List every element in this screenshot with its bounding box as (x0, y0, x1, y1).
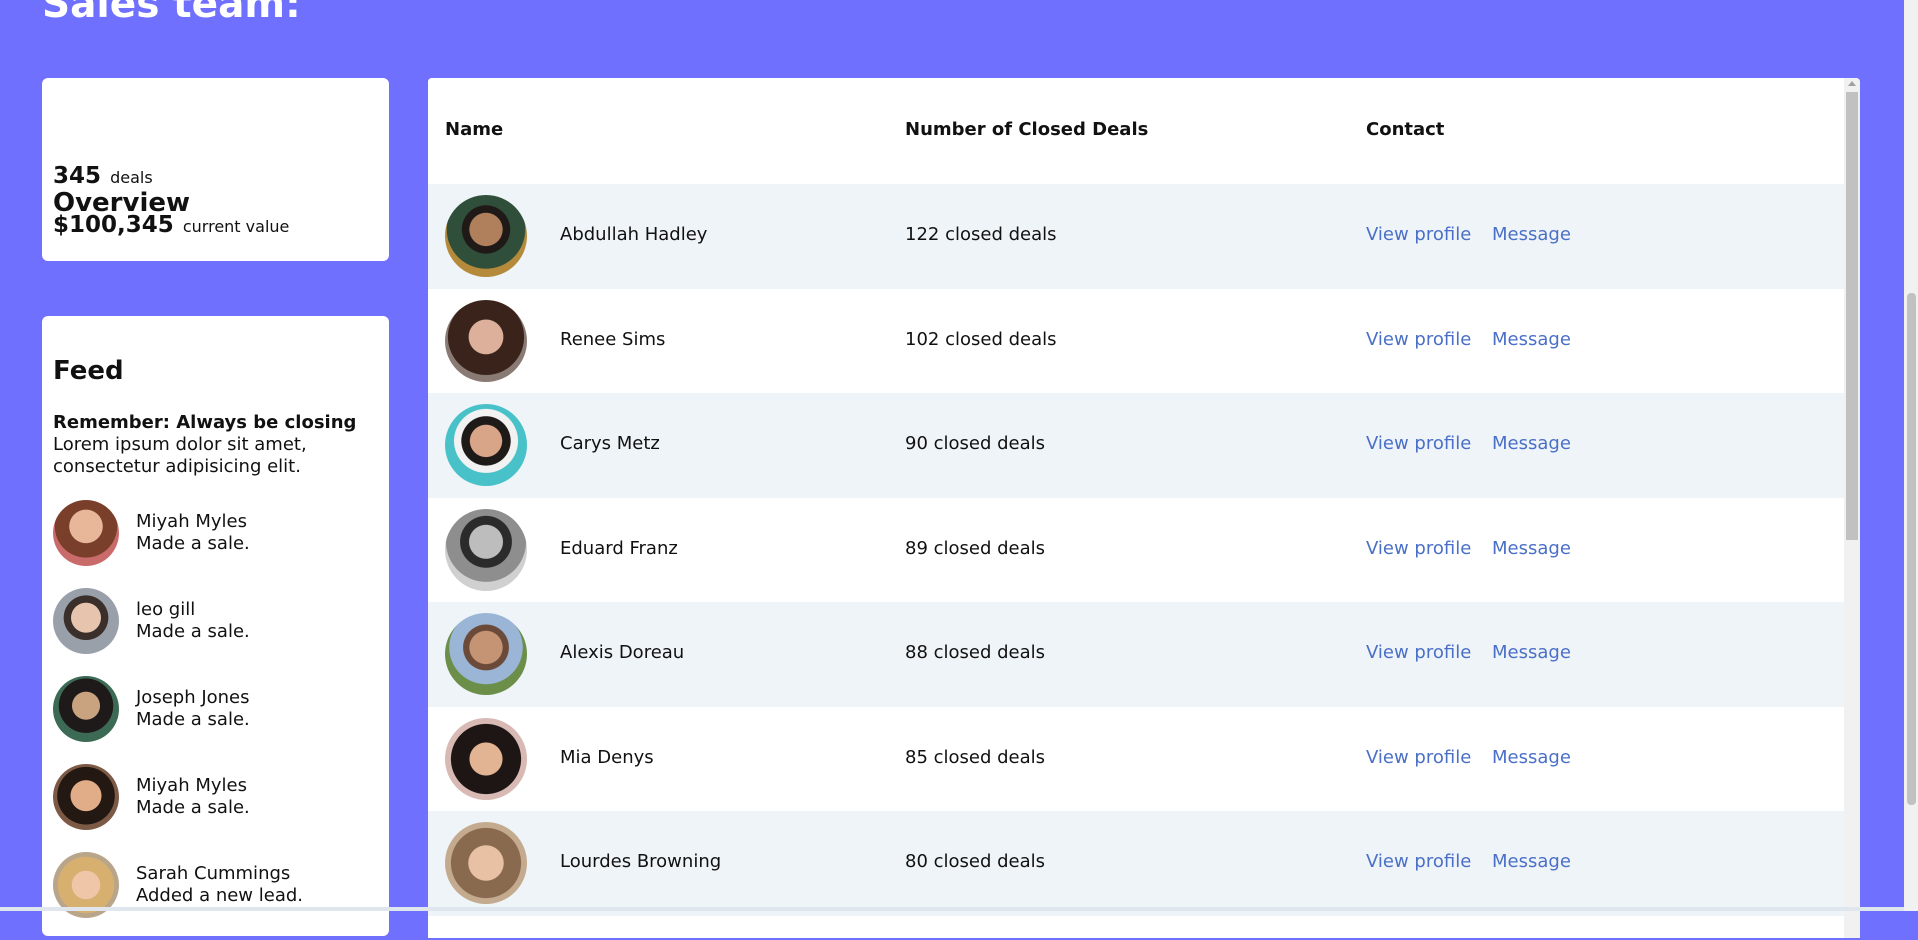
feed-item-name: Joseph Jones (136, 687, 250, 708)
page-title: Sales team: (42, 0, 301, 27)
view-profile-link[interactable]: View profile (1366, 433, 1471, 454)
feed-item: leo gill Made a sale. (53, 588, 303, 654)
table-scrollbar[interactable] (1844, 78, 1860, 938)
table-row: Renee Sims 102 closed deals View profile… (428, 288, 1844, 393)
member-name: Carys Metz (560, 433, 660, 454)
avatar (53, 588, 119, 654)
message-link[interactable]: Message (1492, 224, 1571, 245)
bottom-edge (0, 907, 1904, 911)
overview-card: Overview 345 deals $100,345 current valu… (42, 78, 389, 261)
avatar (445, 195, 527, 277)
avatar (445, 404, 527, 486)
view-profile-link[interactable]: View profile (1366, 538, 1471, 559)
table-row: Carys Metz 90 closed deals View profile … (428, 393, 1844, 498)
avatar (445, 822, 527, 904)
page-scrollbar-thumb[interactable] (1907, 293, 1916, 805)
closed-deals: 88 closed deals (905, 642, 1046, 663)
feed-item-action: Made a sale. (136, 533, 250, 554)
current-value-amount: $100,345 (53, 212, 174, 238)
message-link[interactable]: Message (1492, 642, 1571, 663)
deals-label: deals (110, 168, 153, 187)
deals-count: 345 (53, 163, 102, 189)
member-name: Alexis Doreau (560, 642, 685, 663)
header-name: Name (445, 119, 504, 140)
message-link[interactable]: Message (1492, 538, 1571, 559)
table-row: Abdullah Hadley 122 closed deals View pr… (428, 184, 1844, 289)
feed-note-text: Lorem ipsum dolor sit amet, consectetur … (53, 434, 307, 477)
page-scrollbar[interactable] (1904, 0, 1918, 911)
feed-title: Feed (53, 356, 124, 386)
header-contact: Contact (1366, 119, 1445, 140)
message-link[interactable]: Message (1492, 747, 1571, 768)
view-profile-link[interactable]: View profile (1366, 747, 1471, 768)
member-name: Mia Denys (560, 746, 654, 768)
table-row: Eduard Franz 89 closed deals View profil… (428, 497, 1844, 602)
avatar (53, 676, 119, 742)
feed-item: Miyah Myles Made a sale. (53, 500, 303, 566)
message-link[interactable]: Message (1492, 851, 1571, 872)
feed-item-action: Made a sale. (136, 709, 250, 730)
member-name: Renee Sims (560, 328, 666, 350)
member-name: Abdullah Hadley (560, 224, 708, 245)
closed-deals: 102 closed deals (905, 328, 1057, 350)
message-link[interactable]: Message (1492, 433, 1571, 454)
scroll-up-icon[interactable] (1848, 81, 1856, 86)
message-link[interactable]: Message (1492, 329, 1571, 350)
table-body: Abdullah Hadley 122 closed deals View pr… (428, 184, 1844, 916)
view-profile-link[interactable]: View profile (1366, 329, 1471, 350)
closed-deals: 89 closed deals (905, 537, 1046, 559)
avatar (53, 500, 119, 566)
member-name: Lourdes Browning (560, 851, 722, 872)
member-name: Eduard Franz (560, 537, 678, 559)
feed-note-title: Remember: Always be closing (53, 412, 357, 433)
feed-item-action: Made a sale. (136, 621, 250, 642)
feed-item-name: Miyah Myles (136, 511, 247, 532)
closed-deals: 122 closed deals (905, 224, 1057, 245)
view-profile-link[interactable]: View profile (1366, 851, 1471, 872)
table-scrollbar-thumb[interactable] (1846, 92, 1858, 540)
avatar (53, 764, 119, 830)
feed-item-action: Made a sale. (136, 797, 250, 818)
closed-deals: 90 closed deals (905, 433, 1046, 454)
view-profile-link[interactable]: View profile (1366, 224, 1471, 245)
table-row: Lourdes Browning 80 closed deals View pr… (428, 811, 1844, 916)
feed-item-name: Miyah Myles (136, 775, 247, 796)
table-row: Mia Denys 85 closed deals View profile M… (428, 706, 1844, 811)
feed-note: Remember: Always be closing Lorem ipsum … (53, 412, 373, 478)
view-profile-link[interactable]: View profile (1366, 642, 1471, 663)
table-header: Name Number of Closed Deals Contact (428, 78, 1844, 185)
avatar (445, 299, 527, 382)
sales-table: Name Number of Closed Deals Contact Abdu… (428, 78, 1860, 938)
current-value-label: current value (182, 217, 290, 236)
closed-deals: 85 closed deals (905, 746, 1046, 768)
feed-item-action: Added a new lead. (136, 885, 304, 906)
avatar (445, 613, 527, 695)
avatar (445, 717, 527, 800)
feed-item-name: Sarah Cummings (136, 863, 291, 884)
table-row: Alexis Doreau 88 closed deals View profi… (428, 602, 1844, 707)
header-closed-deals: Number of Closed Deals (905, 119, 1149, 140)
feed-item-name: leo gill (136, 599, 196, 620)
closed-deals: 80 closed deals (905, 851, 1046, 872)
feed-item: Joseph Jones Made a sale. (53, 676, 303, 742)
avatar (445, 508, 527, 591)
feed-card: Feed Remember: Always be closing Lorem i… (42, 316, 389, 936)
value-stat: $100,345 current value (53, 212, 289, 238)
feed-item: Miyah Myles Made a sale. (53, 764, 303, 830)
feed-list: Miyah Myles Made a sale. leo gill Made a… (53, 500, 303, 940)
deals-stat: 345 deals (53, 163, 153, 189)
